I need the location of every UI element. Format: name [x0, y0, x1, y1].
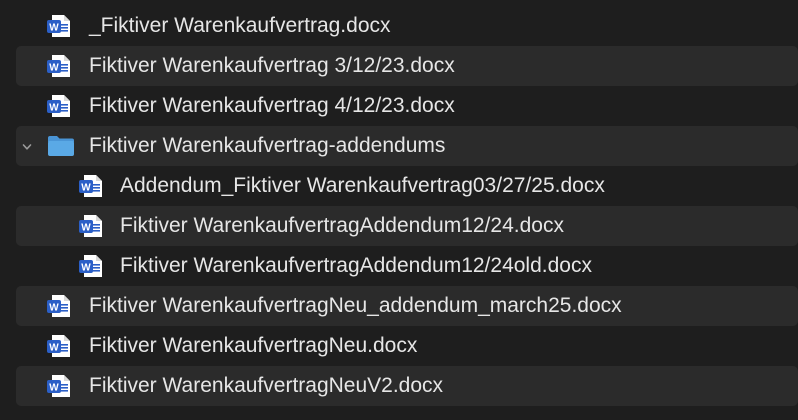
word-doc-icon: W	[46, 14, 72, 43]
folder-name: Fiktiver Warenkaufvertrag-addendums	[89, 134, 446, 157]
file-name: Fiktiver WarenkaufvertragAddendum12/24ol…	[120, 254, 592, 277]
file-name: Fiktiver WarenkaufvertragNeu_addendum_ma…	[89, 294, 622, 317]
file-list: W _Fiktiver Warenkaufvertrag.docx W Fikt…	[0, 0, 798, 420]
word-doc-icon: W	[78, 214, 104, 243]
file-row[interactable]: W Fiktiver WarenkaufvertragAddendum12/24…	[16, 206, 798, 246]
file-name: Addendum_Fiktiver Warenkaufvertrag03/27/…	[120, 174, 605, 197]
svg-text:W: W	[81, 263, 91, 274]
word-doc-icon: W	[46, 374, 72, 403]
file-row[interactable]: W Fiktiver WarenkaufvertragNeuV2.docx	[16, 366, 798, 406]
svg-text:W: W	[81, 223, 91, 234]
svg-text:W: W	[49, 103, 59, 114]
file-row[interactable]: W _Fiktiver Warenkaufvertrag.docx	[16, 6, 798, 46]
file-name: Fiktiver Warenkaufvertrag 4/12/23.docx	[89, 94, 455, 117]
file-row[interactable]: W Fiktiver WarenkaufvertragAddendum12/24…	[16, 246, 798, 286]
word-doc-icon: W	[46, 334, 72, 363]
file-name: Fiktiver WarenkaufvertragNeu.docx	[89, 334, 418, 357]
word-doc-icon: W	[78, 174, 104, 203]
file-row[interactable]: W Addendum_Fiktiver Warenkaufvertrag03/2…	[16, 166, 798, 206]
svg-text:W: W	[49, 23, 59, 34]
file-name: _Fiktiver Warenkaufvertrag.docx	[89, 14, 391, 37]
word-doc-icon: W	[46, 54, 72, 83]
svg-text:W: W	[81, 183, 91, 194]
file-row[interactable]: W Fiktiver WarenkaufvertragNeu_addendum_…	[16, 286, 798, 326]
file-name: Fiktiver Warenkaufvertrag 3/12/23.docx	[89, 54, 455, 77]
folder-row[interactable]: Fiktiver Warenkaufvertrag-addendums	[16, 126, 798, 166]
chevron-down-icon[interactable]	[22, 139, 32, 150]
file-row[interactable]: W Fiktiver Warenkaufvertrag 4/12/23.docx	[16, 86, 798, 126]
file-row[interactable]: W Fiktiver Warenkaufvertrag 3/12/23.docx	[16, 46, 798, 86]
svg-text:W: W	[49, 303, 59, 314]
folder-icon	[46, 134, 76, 163]
svg-text:W: W	[49, 63, 59, 74]
file-row[interactable]: W Fiktiver WarenkaufvertragNeu.docx	[16, 326, 798, 366]
svg-text:W: W	[49, 383, 59, 394]
file-name: Fiktiver WarenkaufvertragNeuV2.docx	[89, 374, 444, 397]
word-doc-icon: W	[46, 94, 72, 123]
word-doc-icon: W	[46, 294, 72, 323]
file-name: Fiktiver WarenkaufvertragAddendum12/24.d…	[120, 214, 564, 237]
svg-text:W: W	[49, 343, 59, 354]
word-doc-icon: W	[78, 254, 104, 283]
